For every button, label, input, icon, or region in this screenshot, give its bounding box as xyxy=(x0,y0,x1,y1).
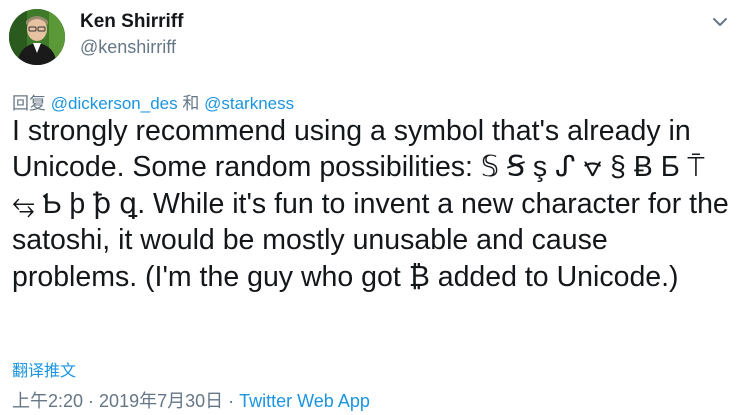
tweet-date[interactable]: 2019年7月30日 xyxy=(99,391,223,411)
tweet-metadata: 上午2:20 · 2019年7月30日 · Twitter Web App xyxy=(12,387,370,413)
author-handle[interactable]: @kenshirriff xyxy=(80,37,176,58)
mention-link-1[interactable]: @dickerson_des xyxy=(51,94,178,113)
meta-separator: · xyxy=(83,391,100,411)
mention-link-2[interactable]: @starkness xyxy=(204,94,294,113)
tweet-text: I strongly recommend using a symbol that… xyxy=(12,115,737,293)
reply-context: 回复 @dickerson_des 和 @starkness xyxy=(12,89,294,114)
tweet-card: Ken Shirriff @kenshirriff 回复 @dickerson_… xyxy=(0,0,737,415)
translate-tweet-link[interactable]: 翻译推文 xyxy=(12,357,76,381)
tweet-source-link[interactable]: Twitter Web App xyxy=(239,391,370,411)
avatar[interactable] xyxy=(9,9,65,65)
reply-joiner: 和 xyxy=(182,94,200,113)
tweet-time[interactable]: 上午2:20 xyxy=(12,391,83,411)
meta-separator: · xyxy=(223,391,240,411)
chevron-down-icon[interactable] xyxy=(710,14,730,30)
author-display-name[interactable]: Ken Shirriff xyxy=(80,11,183,33)
reply-prefix: 回复 xyxy=(12,94,46,113)
